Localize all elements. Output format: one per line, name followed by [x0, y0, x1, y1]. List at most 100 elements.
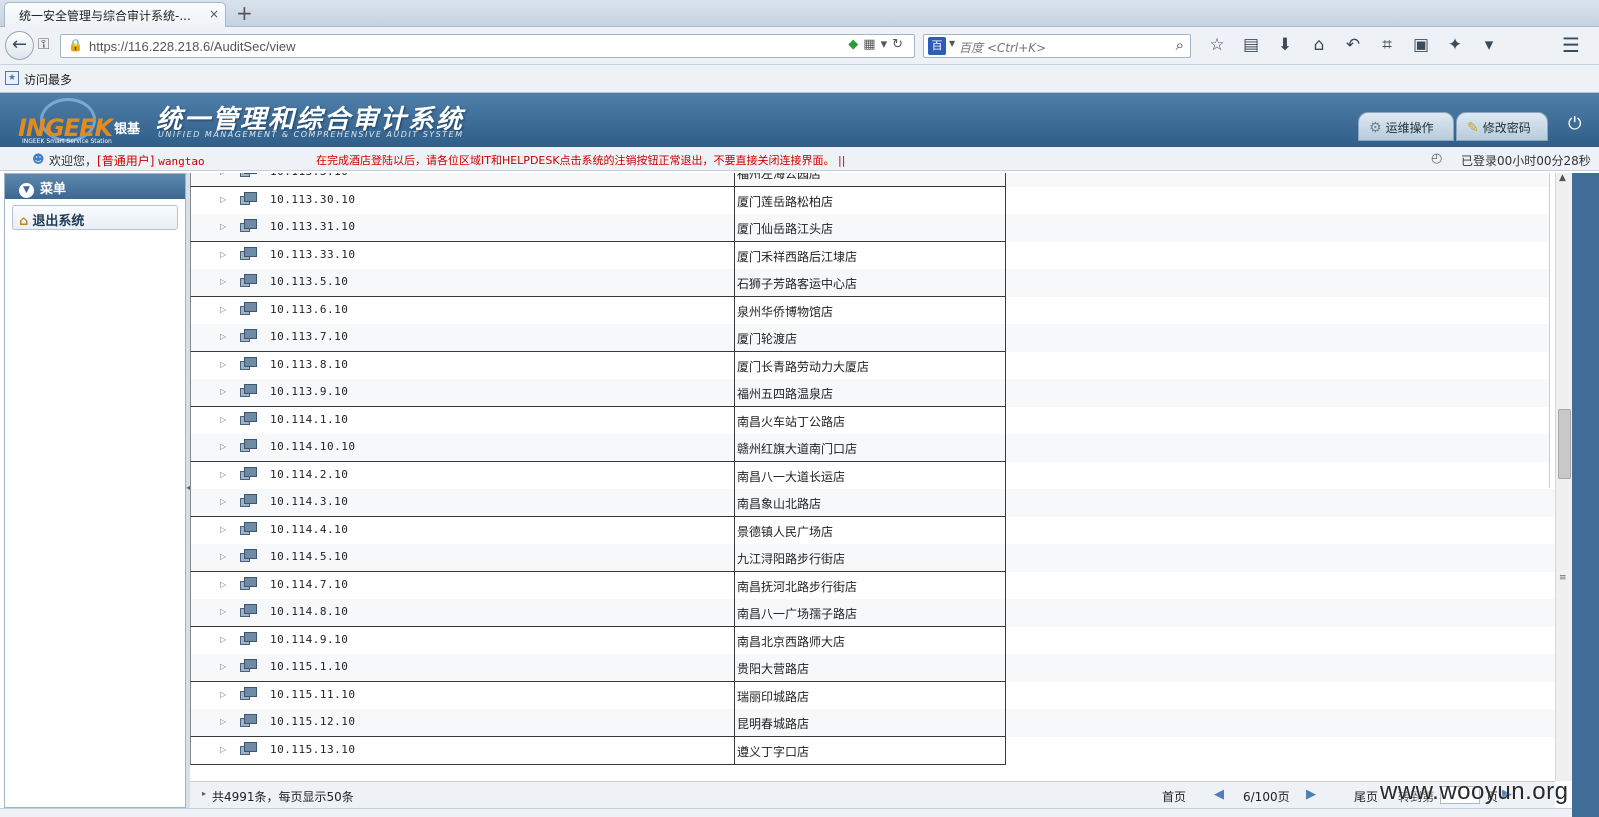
table-row[interactable]: ▷ 10.115.11.10 瑞丽印城路店: [190, 681, 1555, 710]
next-page-icon[interactable]: ▶: [1306, 787, 1316, 802]
host-cell[interactable]: ▷ 10.114.9.10: [190, 626, 734, 655]
expand-arrow-icon[interactable]: ▷: [220, 745, 226, 754]
menu-item-logout[interactable]: ⌂ 退出系统: [12, 205, 178, 230]
table-row[interactable]: ▷ 10.114.9.10 南昌北京西路师大店: [190, 626, 1555, 655]
expand-arrow-icon[interactable]: ▷: [220, 525, 226, 534]
host-cell[interactable]: ▷ 10.113.30.10: [190, 186, 734, 215]
reload-icon[interactable]: ↻: [892, 37, 908, 52]
expand-arrow-icon[interactable]: ▷: [220, 717, 226, 726]
table-row[interactable]: ▷ 10.113.30.10 厦门莲岳路松柏店: [190, 186, 1555, 215]
download-icon[interactable]: ⬇: [1268, 35, 1302, 55]
browser-tab[interactable]: 统一安全管理与综合审计系统-... ×: [4, 2, 226, 27]
expand-arrow-icon[interactable]: ▷: [220, 332, 226, 341]
reader-icon[interactable]: ▤: [1234, 35, 1268, 55]
extension-icon[interactable]: ✦: [1438, 35, 1472, 55]
home-icon[interactable]: ⌂: [1302, 35, 1336, 55]
qr-code-icon[interactable]: ▦: [863, 37, 880, 52]
expand-arrow-icon[interactable]: ▷: [220, 360, 226, 369]
table-row[interactable]: ▷ 10.115.1.10 贵阳大营路店: [190, 654, 1555, 682]
chevron-down-icon[interactable]: ▾: [1472, 35, 1506, 55]
host-cell[interactable]: ▷ 10.115.11.10: [190, 681, 734, 710]
bookmark-most-visited[interactable]: 访问最多: [24, 71, 72, 88]
table-row[interactable]: ▷ 10.113.5.10 石狮子芳路客运中心店: [190, 269, 1555, 297]
expand-arrow-icon[interactable]: ▷: [220, 690, 226, 699]
expand-arrow-icon[interactable]: ▷: [220, 580, 226, 589]
host-cell[interactable]: ▷ 10.114.1.10: [190, 406, 734, 435]
scroll-grip-icon[interactable]: ≡: [1559, 573, 1567, 583]
host-cell[interactable]: ▷ 10.114.4.10: [190, 516, 734, 545]
search-bar[interactable]: 百 ▼ 百度 <Ctrl+K> ⌕: [923, 34, 1191, 58]
table-row[interactable]: ▷ 10.114.4.10 景德镇人民广场店: [190, 516, 1555, 545]
host-cell[interactable]: ▷ 10.113.3.10: [190, 173, 734, 187]
crop-icon[interactable]: ⌗: [1370, 35, 1404, 55]
key-icon[interactable]: ⚿: [38, 35, 49, 53]
host-cell[interactable]: ▷ 10.114.2.10: [190, 461, 734, 490]
table-row[interactable]: ▷ 10.114.3.10 南昌象山北路店: [190, 489, 1555, 517]
expand-arrow-icon[interactable]: ▷: [220, 442, 226, 451]
expand-arrow-icon[interactable]: ▷: [220, 222, 226, 231]
star-icon[interactable]: ☆: [1200, 35, 1234, 55]
host-cell[interactable]: ▷ 10.114.5.10: [190, 544, 734, 572]
address-bar[interactable]: 🔒 https://116.228.218.6/AuditSec/view ◆▦…: [60, 34, 915, 58]
host-cell[interactable]: ▷ 10.113.8.10: [190, 351, 734, 380]
table-row[interactable]: ▷ 10.114.7.10 南昌抚河北路步行街店: [190, 571, 1555, 600]
expand-arrow-icon[interactable]: ▷: [220, 387, 226, 396]
table-row[interactable]: ▷ 10.113.33.10 厦门禾祥西路后江埭店: [190, 241, 1555, 270]
host-cell[interactable]: ▷ 10.113.33.10: [190, 241, 734, 270]
table-row[interactable]: ▷ 10.113.6.10 泉州华侨博物馆店: [190, 296, 1555, 325]
ops-button[interactable]: ⚙ 运维操作: [1358, 112, 1454, 141]
host-cell[interactable]: ▷ 10.114.7.10: [190, 571, 734, 600]
expand-arrow-icon[interactable]: ▷: [220, 195, 226, 204]
host-cell[interactable]: ▷ 10.113.31.10: [190, 214, 734, 242]
expand-arrow-icon[interactable]: ▷: [220, 607, 226, 616]
expand-arrow-icon[interactable]: ▷: [220, 173, 226, 176]
power-icon[interactable]: ⏻: [1568, 114, 1581, 134]
expand-arrow-icon[interactable]: ▷: [220, 305, 226, 314]
new-tab-button[interactable]: +: [236, 1, 253, 25]
host-cell[interactable]: ▷ 10.115.1.10: [190, 654, 734, 682]
table-row[interactable]: ▷ 10.113.3.10 福州左海公园店: [190, 173, 1555, 187]
menu-header[interactable]: ▼ 菜单: [5, 174, 185, 199]
host-cell[interactable]: ▷ 10.113.5.10: [190, 269, 734, 297]
expand-arrow-icon[interactable]: ▷: [220, 662, 226, 671]
host-cell[interactable]: ▷ 10.114.3.10: [190, 489, 734, 517]
expand-arrow-icon[interactable]: ▷: [220, 470, 226, 479]
scroll-up-icon[interactable]: ▲: [1559, 173, 1566, 183]
table-row[interactable]: ▷ 10.114.2.10 南昌八一大道长运店: [190, 461, 1555, 490]
table-row[interactable]: ▷ 10.113.31.10 厦门仙岳路江头店: [190, 214, 1555, 242]
shield-icon[interactable]: ◆: [848, 37, 863, 52]
undo-icon[interactable]: ↶: [1336, 35, 1370, 55]
host-cell[interactable]: ▷ 10.114.10.10: [190, 434, 734, 462]
table-row[interactable]: ▷ 10.114.8.10 南昌八一广场孺子路店: [190, 599, 1555, 627]
window-icon[interactable]: ▣: [1404, 35, 1438, 55]
table-row[interactable]: ▷ 10.114.10.10 赣州红旗大道南门口店: [190, 434, 1555, 462]
change-password-button[interactable]: ✎ 修改密码: [1456, 112, 1548, 141]
chevron-down-icon[interactable]: ▼: [949, 39, 955, 48]
table-row[interactable]: ▷ 10.115.13.10 遵义丁字口店: [190, 736, 1555, 765]
hamburger-menu-icon[interactable]: ☰: [1562, 33, 1580, 57]
table-row[interactable]: ▷ 10.114.5.10 九江浔阳路步行街店: [190, 544, 1555, 572]
expand-arrow-icon[interactable]: ▷: [220, 635, 226, 644]
host-cell[interactable]: ▷ 10.113.6.10: [190, 296, 734, 325]
host-cell[interactable]: ▷ 10.115.12.10: [190, 709, 734, 737]
table-row[interactable]: ▷ 10.114.1.10 南昌火车站丁公路店: [190, 406, 1555, 435]
table-row[interactable]: ▷ 10.113.7.10 厦门轮渡店: [190, 324, 1555, 352]
expand-arrow-icon[interactable]: ▷: [220, 277, 226, 286]
dropdown-icon[interactable]: ▾: [881, 37, 893, 52]
scroll-thumb[interactable]: [1558, 409, 1571, 479]
first-page-link[interactable]: 首页: [1162, 788, 1186, 805]
host-cell[interactable]: ▷ 10.114.8.10: [190, 599, 734, 627]
baidu-icon[interactable]: 百: [928, 37, 946, 55]
host-cell[interactable]: ▷ 10.113.9.10: [190, 379, 734, 407]
close-icon[interactable]: ×: [209, 7, 219, 21]
search-icon[interactable]: ⌕: [1176, 36, 1184, 54]
expand-arrow-icon[interactable]: ▷: [220, 497, 226, 506]
host-cell[interactable]: ▷ 10.113.7.10: [190, 324, 734, 352]
expand-arrow-icon[interactable]: ▷: [220, 250, 226, 259]
expand-arrow-icon[interactable]: ▷: [220, 552, 226, 561]
prev-page-icon[interactable]: ◀: [1214, 787, 1224, 802]
host-cell[interactable]: ▷ 10.115.13.10: [190, 736, 734, 765]
last-page-link[interactable]: 尾页: [1354, 788, 1378, 805]
vertical-scrollbar[interactable]: ▲ ≡: [1555, 173, 1572, 781]
expand-arrow-icon[interactable]: ▷: [220, 415, 226, 424]
